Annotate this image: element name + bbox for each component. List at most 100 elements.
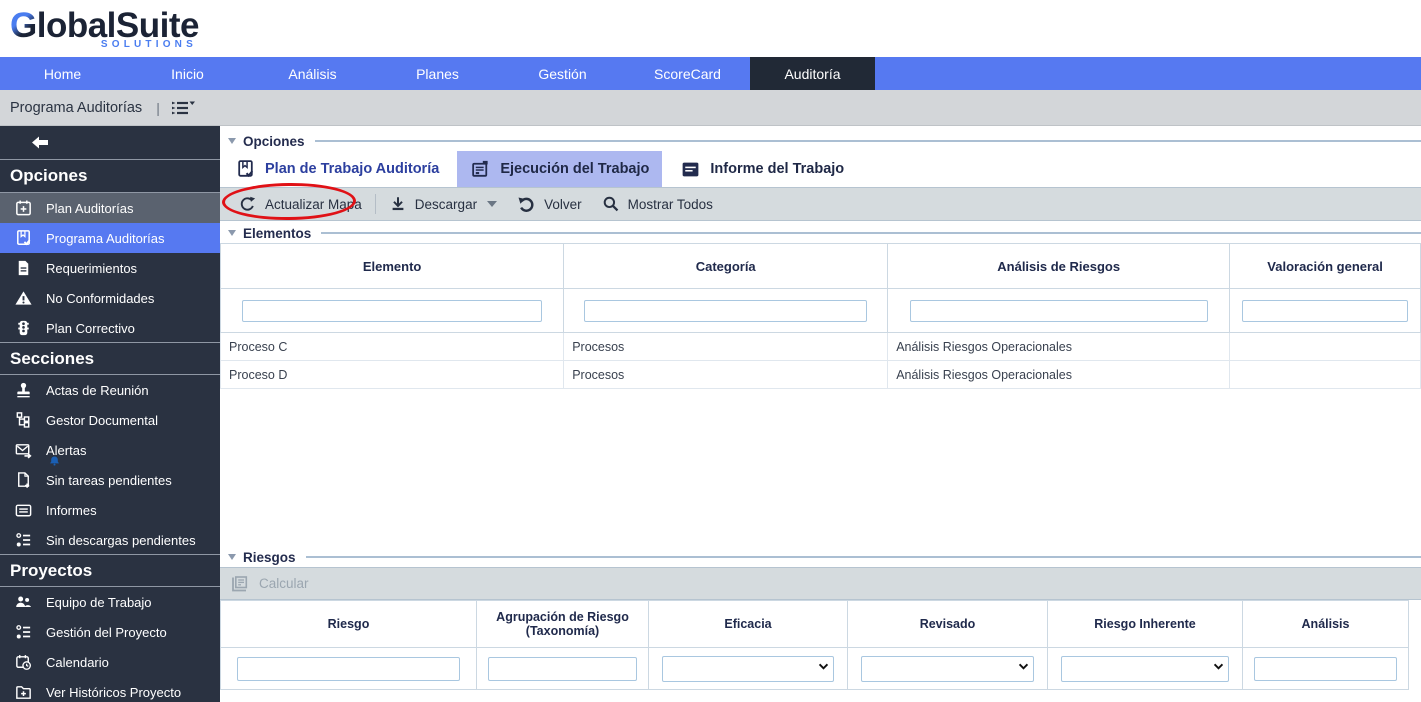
sidebar-item-label: Requerimientos [46,261,137,276]
sidebar-item-requerimientos[interactable]: Requerimientos [0,253,220,283]
cell-valoracion [1230,361,1421,389]
tab-label: Informe del Trabajo [710,161,844,177]
nav-item-home[interactable]: Home [0,57,125,90]
tab-informe-del-trabajo[interactable]: Informe del Trabajo [667,151,857,187]
sidebar-back-button[interactable] [0,126,220,160]
execution-doc-icon [470,159,491,180]
table-row[interactable]: Proceso C Procesos Análisis Riesgos Oper… [221,333,1421,361]
sidebar-item-gestor-documental[interactable]: Gestor Documental [0,405,220,435]
brand-g-letter: G [10,6,37,45]
elementos-filter-row [221,289,1421,333]
cell-elemento: Proceso C [221,333,564,361]
tab-label: Ejecución del Trabajo [500,161,649,177]
sidebar-item-informes[interactable]: Informes [0,495,220,525]
sitemap-icon [13,410,33,430]
sidebar-item-no-conformidades[interactable]: No Conformidades [0,283,220,313]
sidebar-item-label: Equipo de Trabajo [46,595,152,610]
nav-item-scorecard[interactable]: ScoreCard [625,57,750,90]
sidebar-item-label: Informes [46,503,97,518]
filter-analisis-input[interactable] [1254,657,1397,681]
stamp-icon [13,380,33,400]
file-plus-icon [13,470,33,490]
filter-elemento-input[interactable] [242,300,541,322]
sidebar-item-label: Gestor Documental [46,413,158,428]
tabs-row: Plan de Trabajo Auditoría Ejecución del … [220,151,1421,187]
mostrar-todos-button[interactable]: Mostrar Todos [592,188,723,220]
sidebar-item-plan-correctivo[interactable]: Plan Correctivo [0,313,220,343]
riesgos-section-header: Riesgos [220,547,1421,567]
sidebar-item-programa-auditorias[interactable]: Programa Auditorías [0,223,220,253]
sidebar-item-sin-descargas-pendientes[interactable]: Sin descargas pendientes [0,525,220,555]
nav-item-auditoria[interactable]: Auditoría [750,57,875,90]
column-header-riesgo: Riesgo [221,601,477,648]
nav-item-gestion[interactable]: Gestión [500,57,625,90]
nav-item-inicio[interactable]: Inicio [125,57,250,90]
calcular-button: Calcular [230,574,309,594]
top-header: GGlobalSuitelobalSuite SOLUTIONS [0,0,1421,57]
filter-eficacia-select[interactable] [662,656,834,682]
descargar-button[interactable]: Descargar [379,188,507,220]
sidebar-item-label: Calendario [46,655,109,670]
column-header-eficacia: Eficacia [649,601,848,648]
filter-riesgo-inherente-select[interactable] [1061,656,1230,682]
checklist-icon [13,622,33,642]
checklist-icon [13,530,33,550]
calculate-report-icon [230,574,250,594]
sidebar-item-sin-tareas-pendientes[interactable]: Sin tareas pendientes [0,465,220,495]
sidebar-item-plan-auditorias[interactable]: Plan Auditorías [0,193,220,223]
sidebar-item-gestion-del-proyecto[interactable]: Gestión del Proyecto [0,617,220,647]
elementos-header-row: Elemento Categoría Análisis de Riesgos V… [221,244,1421,289]
section-title: Elementos [243,226,311,241]
section-divider-line [321,232,1421,234]
sidebar-item-label: Gestión del Proyecto [46,625,167,640]
sidebar-item-actas-de-reunion[interactable]: Actas de Reunión [0,375,220,405]
main-content: Opciones Plan de Trabajo Auditoría [220,126,1421,702]
sidebar-item-label: Ver Históricos Proyecto [46,685,181,700]
tab-ejecucion-del-trabajo[interactable]: Ejecución del Trabajo [457,151,662,187]
riesgos-filter-row [221,648,1409,690]
volver-button[interactable]: Volver [507,188,592,220]
filter-agrupacion-input[interactable] [488,657,637,681]
empty-table-area [220,389,1421,547]
calendar-clock-icon [13,652,33,672]
toolbar-button-label: Calcular [259,576,309,591]
toolbar-button-label: Descargar [415,197,477,212]
table-row[interactable]: Proceso D Procesos Análisis Riesgos Oper… [221,361,1421,389]
nav-item-planes[interactable]: Planes [375,57,500,90]
collapse-triangle-icon[interactable] [228,554,236,560]
cell-analisis: Análisis Riesgos Operacionales [888,333,1230,361]
menu-list-button[interactable] [170,99,196,117]
actualizar-mapa-button[interactable]: Actualizar Mapa [228,188,372,220]
nav-item-analisis[interactable]: Análisis [250,57,375,90]
sidebar-item-label: Plan Auditorías [46,201,133,216]
sidebar-item-ver-historicos-proyecto[interactable]: Ver Históricos Proyecto [0,677,220,702]
sidebar-item-alertas[interactable]: Alertas [0,435,220,465]
folder-plus-icon [13,682,33,702]
elementos-section-header: Elementos [220,223,1421,243]
section-title: Riesgos [243,550,296,565]
filter-valoracion-general-input[interactable] [1242,300,1407,322]
column-header-categoria: Categoría [564,244,888,289]
sidebar: Opciones Plan Auditorías Programa [0,126,220,702]
filter-revisado-select[interactable] [861,656,1034,682]
sidebar-item-label: Programa Auditorías [46,231,165,246]
breadcrumb: Programa Auditorías [10,100,142,116]
collapse-triangle-icon[interactable] [228,230,236,236]
tab-label: Plan de Trabajo Auditoría [265,161,439,177]
filter-riesgo-input[interactable] [237,657,460,681]
collapse-triangle-icon[interactable] [228,138,236,144]
sidebar-item-equipo-de-trabajo[interactable]: Equipo de Trabajo [0,587,220,617]
sidebar-item-calendario[interactable]: Calendario [0,647,220,677]
toolbar-button-label: Actualizar Mapa [265,197,362,212]
filter-categoria-input[interactable] [584,300,866,322]
riesgos-header-row: Riesgo Agrupación de Riesgo (Taxonomía) … [221,601,1409,648]
column-header-revisado: Revisado [848,601,1048,648]
main-nav: Home Inicio Análisis Planes Gestión Scor… [0,57,1421,90]
filter-analisis-de-riesgos-input[interactable] [910,300,1208,322]
tab-plan-de-trabajo-auditoria[interactable]: Plan de Trabajo Auditoría [222,151,452,187]
sidebar-item-label: Plan Correctivo [46,321,135,336]
cell-elemento: Proceso D [221,361,564,389]
dropdown-caret-icon [487,201,497,207]
riesgos-toolbar: Calcular [220,567,1421,600]
refresh-icon [238,195,257,214]
